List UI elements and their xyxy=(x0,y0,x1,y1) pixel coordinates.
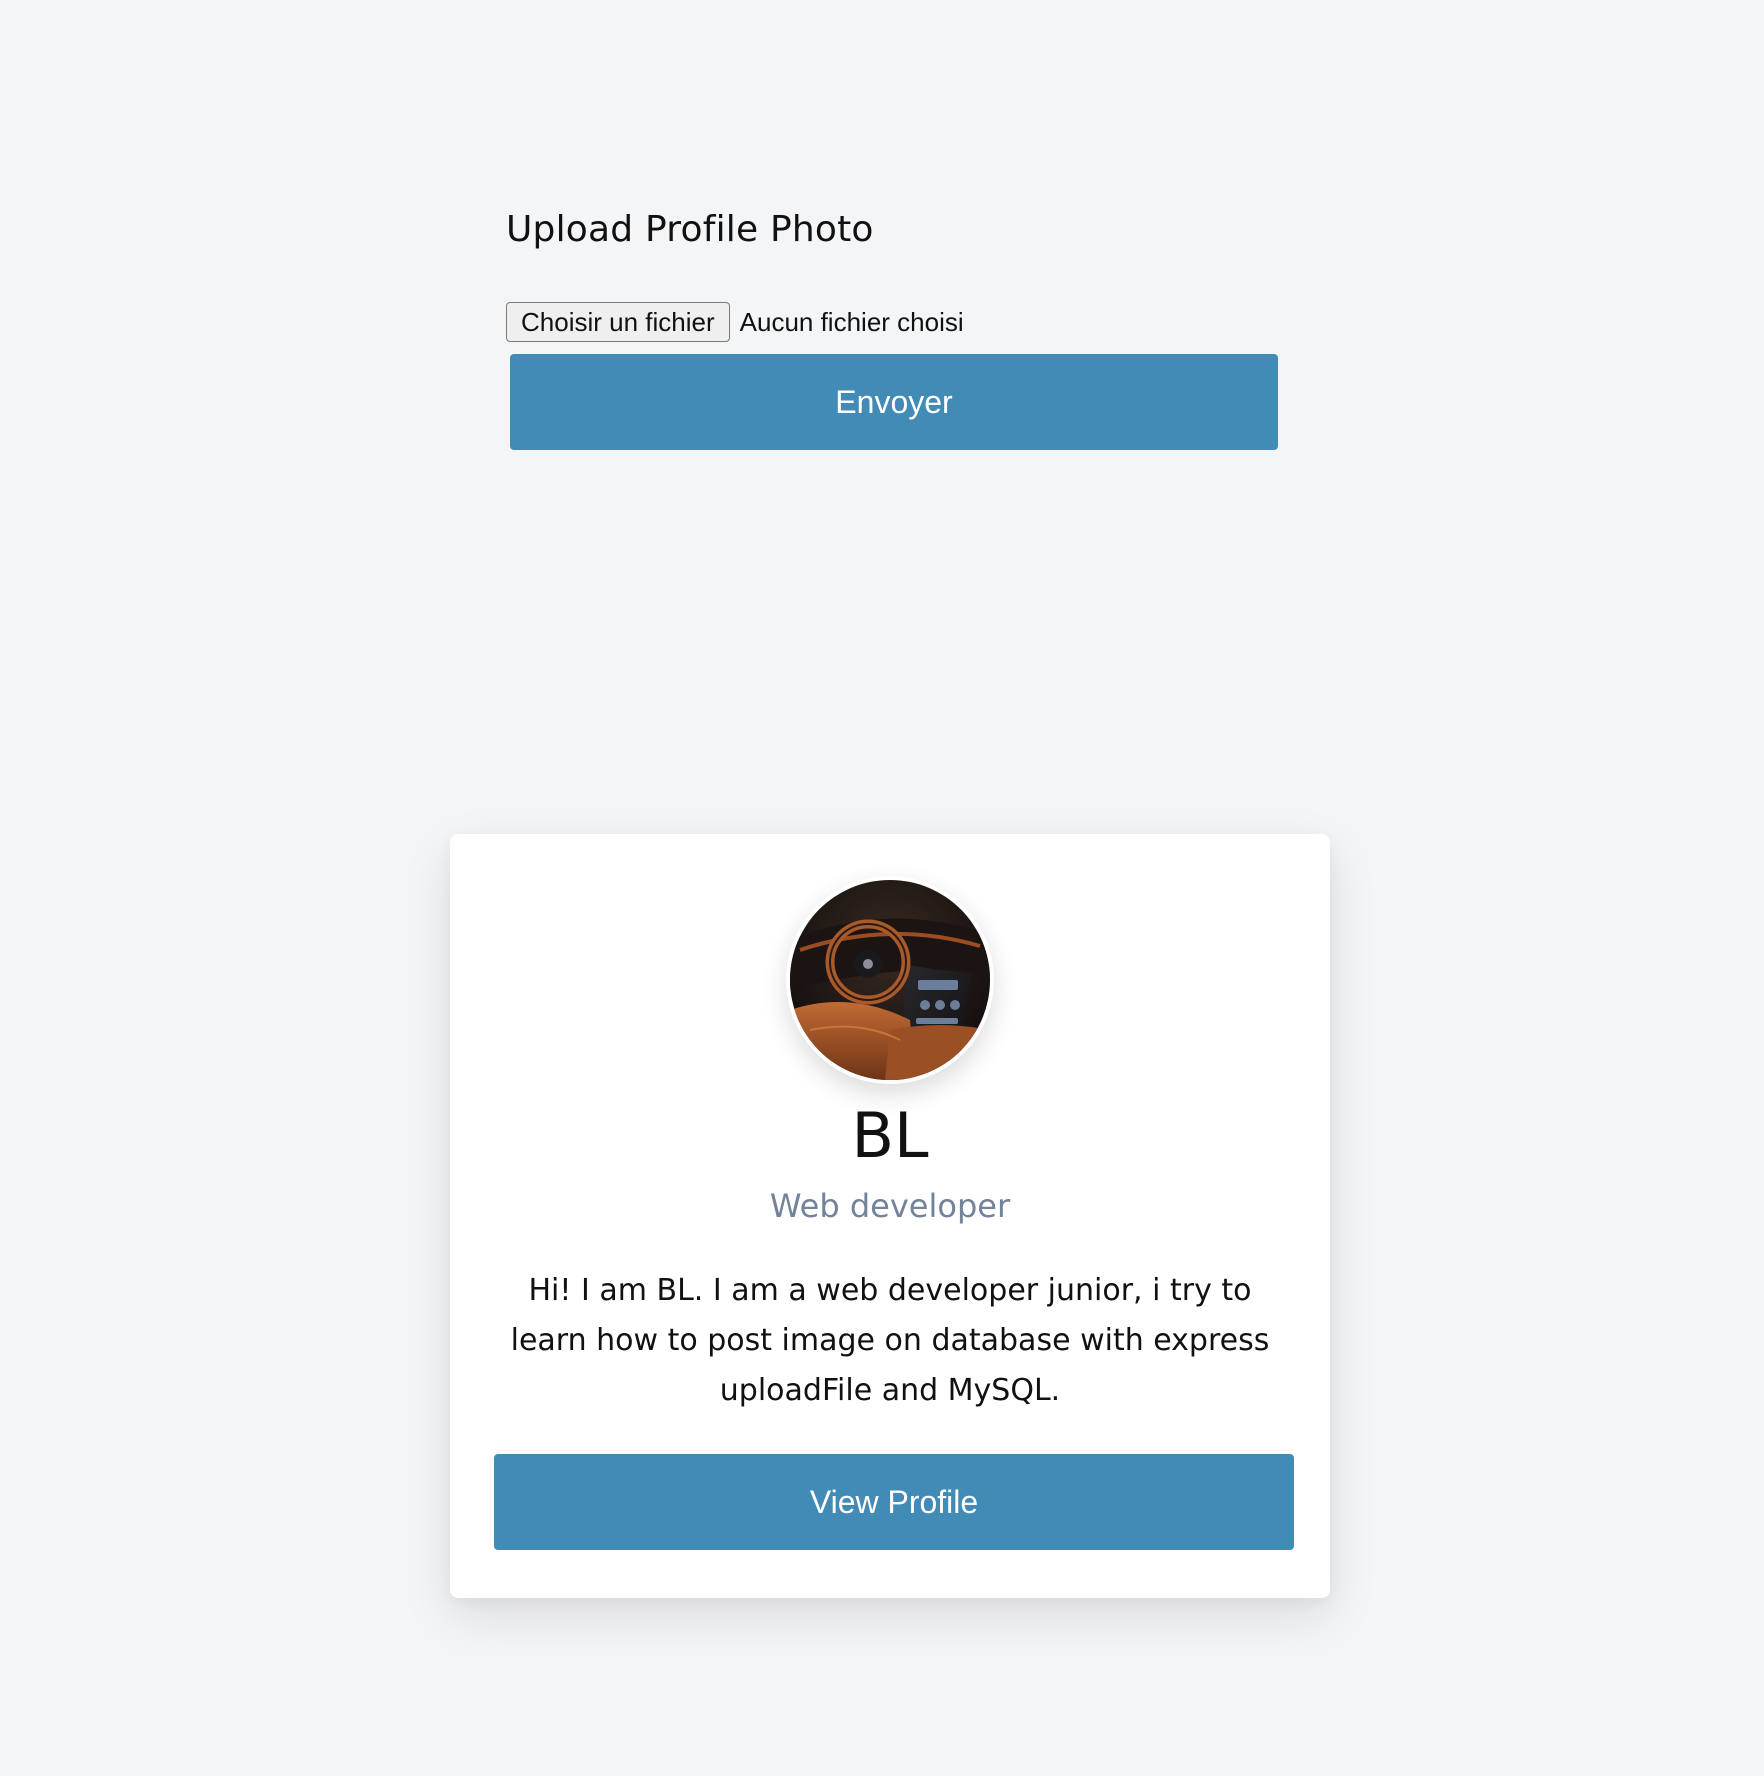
upload-section: Upload Profile Photo Choisir un fichier … xyxy=(506,200,1278,450)
profile-card: BL Web developer Hi! I am BL. I am a web… xyxy=(450,834,1330,1598)
choose-file-button[interactable]: Choisir un fichier xyxy=(506,302,730,342)
profile-name: BL xyxy=(851,1099,929,1172)
upload-title: Upload Profile Photo xyxy=(506,209,874,250)
profile-bio: Hi! I am BL. I am a web developer junior… xyxy=(510,1273,1270,1408)
car-interior-photo-icon xyxy=(790,880,990,1080)
file-status-text: Aucun fichier choisi xyxy=(739,306,964,337)
avatar xyxy=(786,876,994,1084)
profile-role: Web developer xyxy=(769,1187,1011,1225)
send-button[interactable]: Envoyer xyxy=(510,354,1278,450)
view-profile-button[interactable]: View Profile xyxy=(494,1454,1294,1550)
file-input[interactable]: Choisir un fichier Aucun fichier choisi xyxy=(506,302,964,342)
